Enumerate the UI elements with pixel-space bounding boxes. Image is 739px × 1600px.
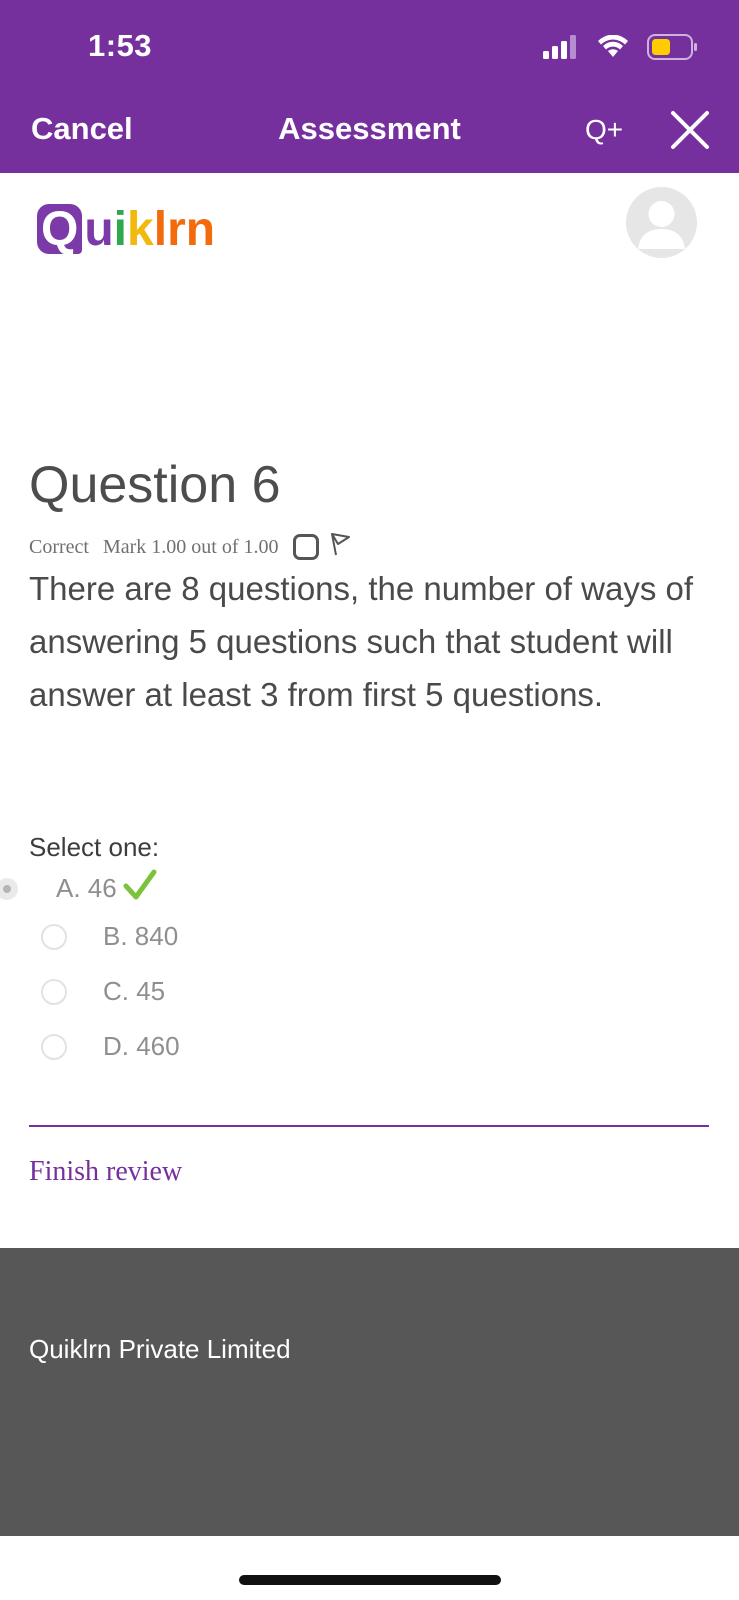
battery-icon [647, 34, 699, 65]
answer-label: A. 46 [56, 873, 117, 903]
radio-selected[interactable] [0, 877, 18, 900]
radio-button[interactable] [41, 1033, 67, 1060]
flag-checkbox[interactable] [292, 534, 319, 560]
footer: Quiklrn Private Limited [0, 1248, 739, 1536]
quiklrn-logo: Q u i k l r n [37, 196, 215, 254]
question-text: There are 8 questions, the number of way… [29, 570, 694, 713]
avatar[interactable] [626, 187, 697, 258]
radio-button[interactable] [41, 923, 67, 950]
answer-option-a[interactable]: A. 46 [0, 869, 157, 908]
home-indicator[interactable] [239, 1575, 501, 1585]
logo-letter: n [185, 203, 216, 256]
radio-button[interactable] [41, 978, 67, 1005]
answer-label: C. 45 [103, 976, 166, 1006]
logo-letter: l [153, 203, 168, 256]
question-meta: Correct Mark 1.00 out of 1.00 [29, 531, 351, 563]
select-one-prompt: Select one: [29, 832, 160, 862]
finish-review-link[interactable]: Finish review [29, 1156, 182, 1188]
user-avatar-icon [638, 201, 685, 249]
answer-option-d[interactable]: D. 460 [41, 1031, 180, 1062]
question-state: Correct [29, 535, 89, 558]
top-bar: 1:53 Cancel Assessment Q+ [0, 0, 739, 173]
logo-letter: k [127, 203, 154, 256]
logo-letter-q: Q [37, 204, 83, 254]
question-title: Question 6 [29, 456, 281, 514]
status-icons [543, 34, 699, 65]
q-plus-button[interactable]: Q+ [585, 114, 623, 146]
answer-option-c[interactable]: C. 45 [41, 976, 165, 1007]
logo-letter: u [84, 203, 114, 256]
answer-label: B. 840 [103, 921, 179, 951]
footer-company: Quiklrn Private Limited [29, 1334, 291, 1364]
flag-icon[interactable] [327, 531, 351, 563]
correct-check-icon [123, 869, 157, 908]
question-mark: Mark 1.00 out of 1.00 [102, 535, 279, 558]
status-time: 1:53 [88, 28, 153, 63]
wifi-icon [597, 34, 629, 64]
logo-letter: i [113, 203, 128, 256]
assessment-screen: 1:53 Cancel Assessment Q+ Q u i k l r n … [0, 0, 739, 1600]
close-icon [671, 111, 709, 149]
divider [29, 1125, 709, 1127]
answer-label: D. 460 [103, 1031, 180, 1061]
signal-icon [543, 35, 579, 64]
page-title: Assessment [278, 111, 461, 146]
logo-letter: r [167, 203, 186, 256]
close-button[interactable] [668, 108, 712, 152]
answer-option-b[interactable]: B. 840 [41, 921, 178, 952]
